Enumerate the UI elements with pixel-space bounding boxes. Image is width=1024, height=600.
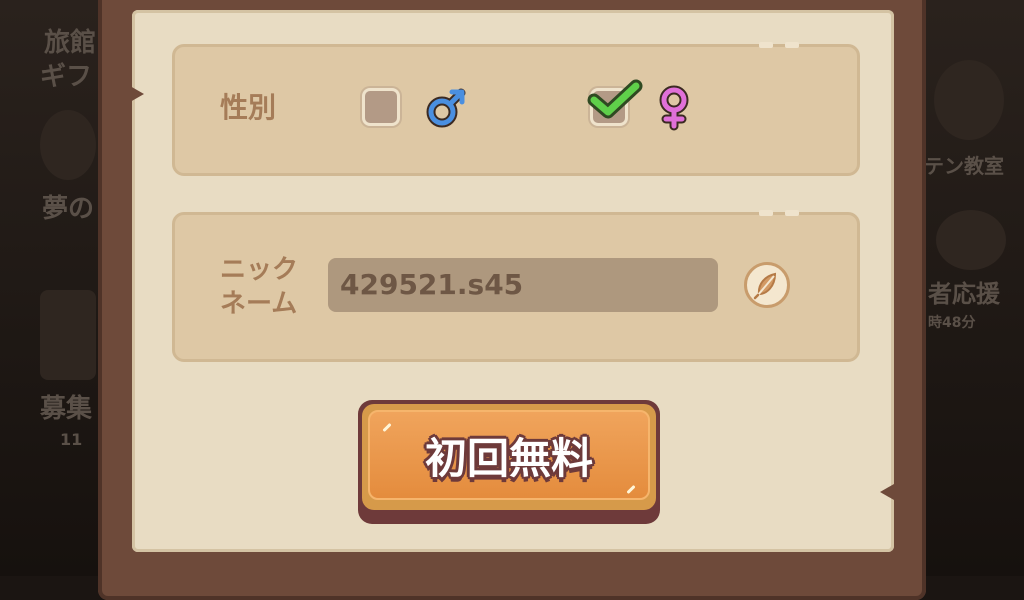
bg-character-icon	[40, 290, 96, 380]
button-face: 初回無料	[362, 404, 656, 510]
bg-text: 者応援	[928, 280, 1000, 308]
card-tab	[785, 42, 799, 48]
feather-icon	[753, 272, 777, 300]
gender-label: 性別	[220, 91, 277, 124]
bg-building-icon	[40, 110, 96, 180]
nickname-label: ネーム	[220, 289, 298, 319]
card-tab	[759, 210, 773, 216]
checkmark-icon	[587, 79, 643, 119]
panel-notch	[130, 86, 144, 102]
background-right: テン教室 者応援 時48分	[924, 0, 1024, 576]
male-checkbox[interactable]	[362, 88, 400, 126]
bg-text: 旅館	[44, 28, 97, 58]
edit-nickname-button[interactable]	[744, 262, 790, 308]
bg-text: ギフ	[40, 62, 93, 92]
panel-notch	[880, 484, 894, 500]
bg-character-icon	[936, 210, 1006, 270]
bg-character-icon	[934, 60, 1004, 140]
first-time-free-label: 初回無料	[424, 434, 593, 483]
card-tab	[785, 210, 799, 216]
nickname-label: ニック	[220, 255, 299, 285]
bg-count: 11	[60, 430, 83, 449]
female-symbol-icon	[659, 85, 689, 131]
bg-text: テン教室	[924, 154, 1004, 178]
card-tab	[759, 42, 773, 48]
male-symbol-icon	[426, 88, 466, 128]
bg-text: 募集	[40, 394, 93, 424]
nickname-field[interactable]: 429521.s45	[328, 258, 718, 312]
background-left: 旅館 ギフ 夢の 募集 11	[0, 0, 100, 576]
first-time-free-button[interactable]: 初回無料	[358, 400, 660, 524]
bg-text: 夢の	[42, 194, 95, 224]
bg-timer: 時48分	[928, 315, 976, 331]
